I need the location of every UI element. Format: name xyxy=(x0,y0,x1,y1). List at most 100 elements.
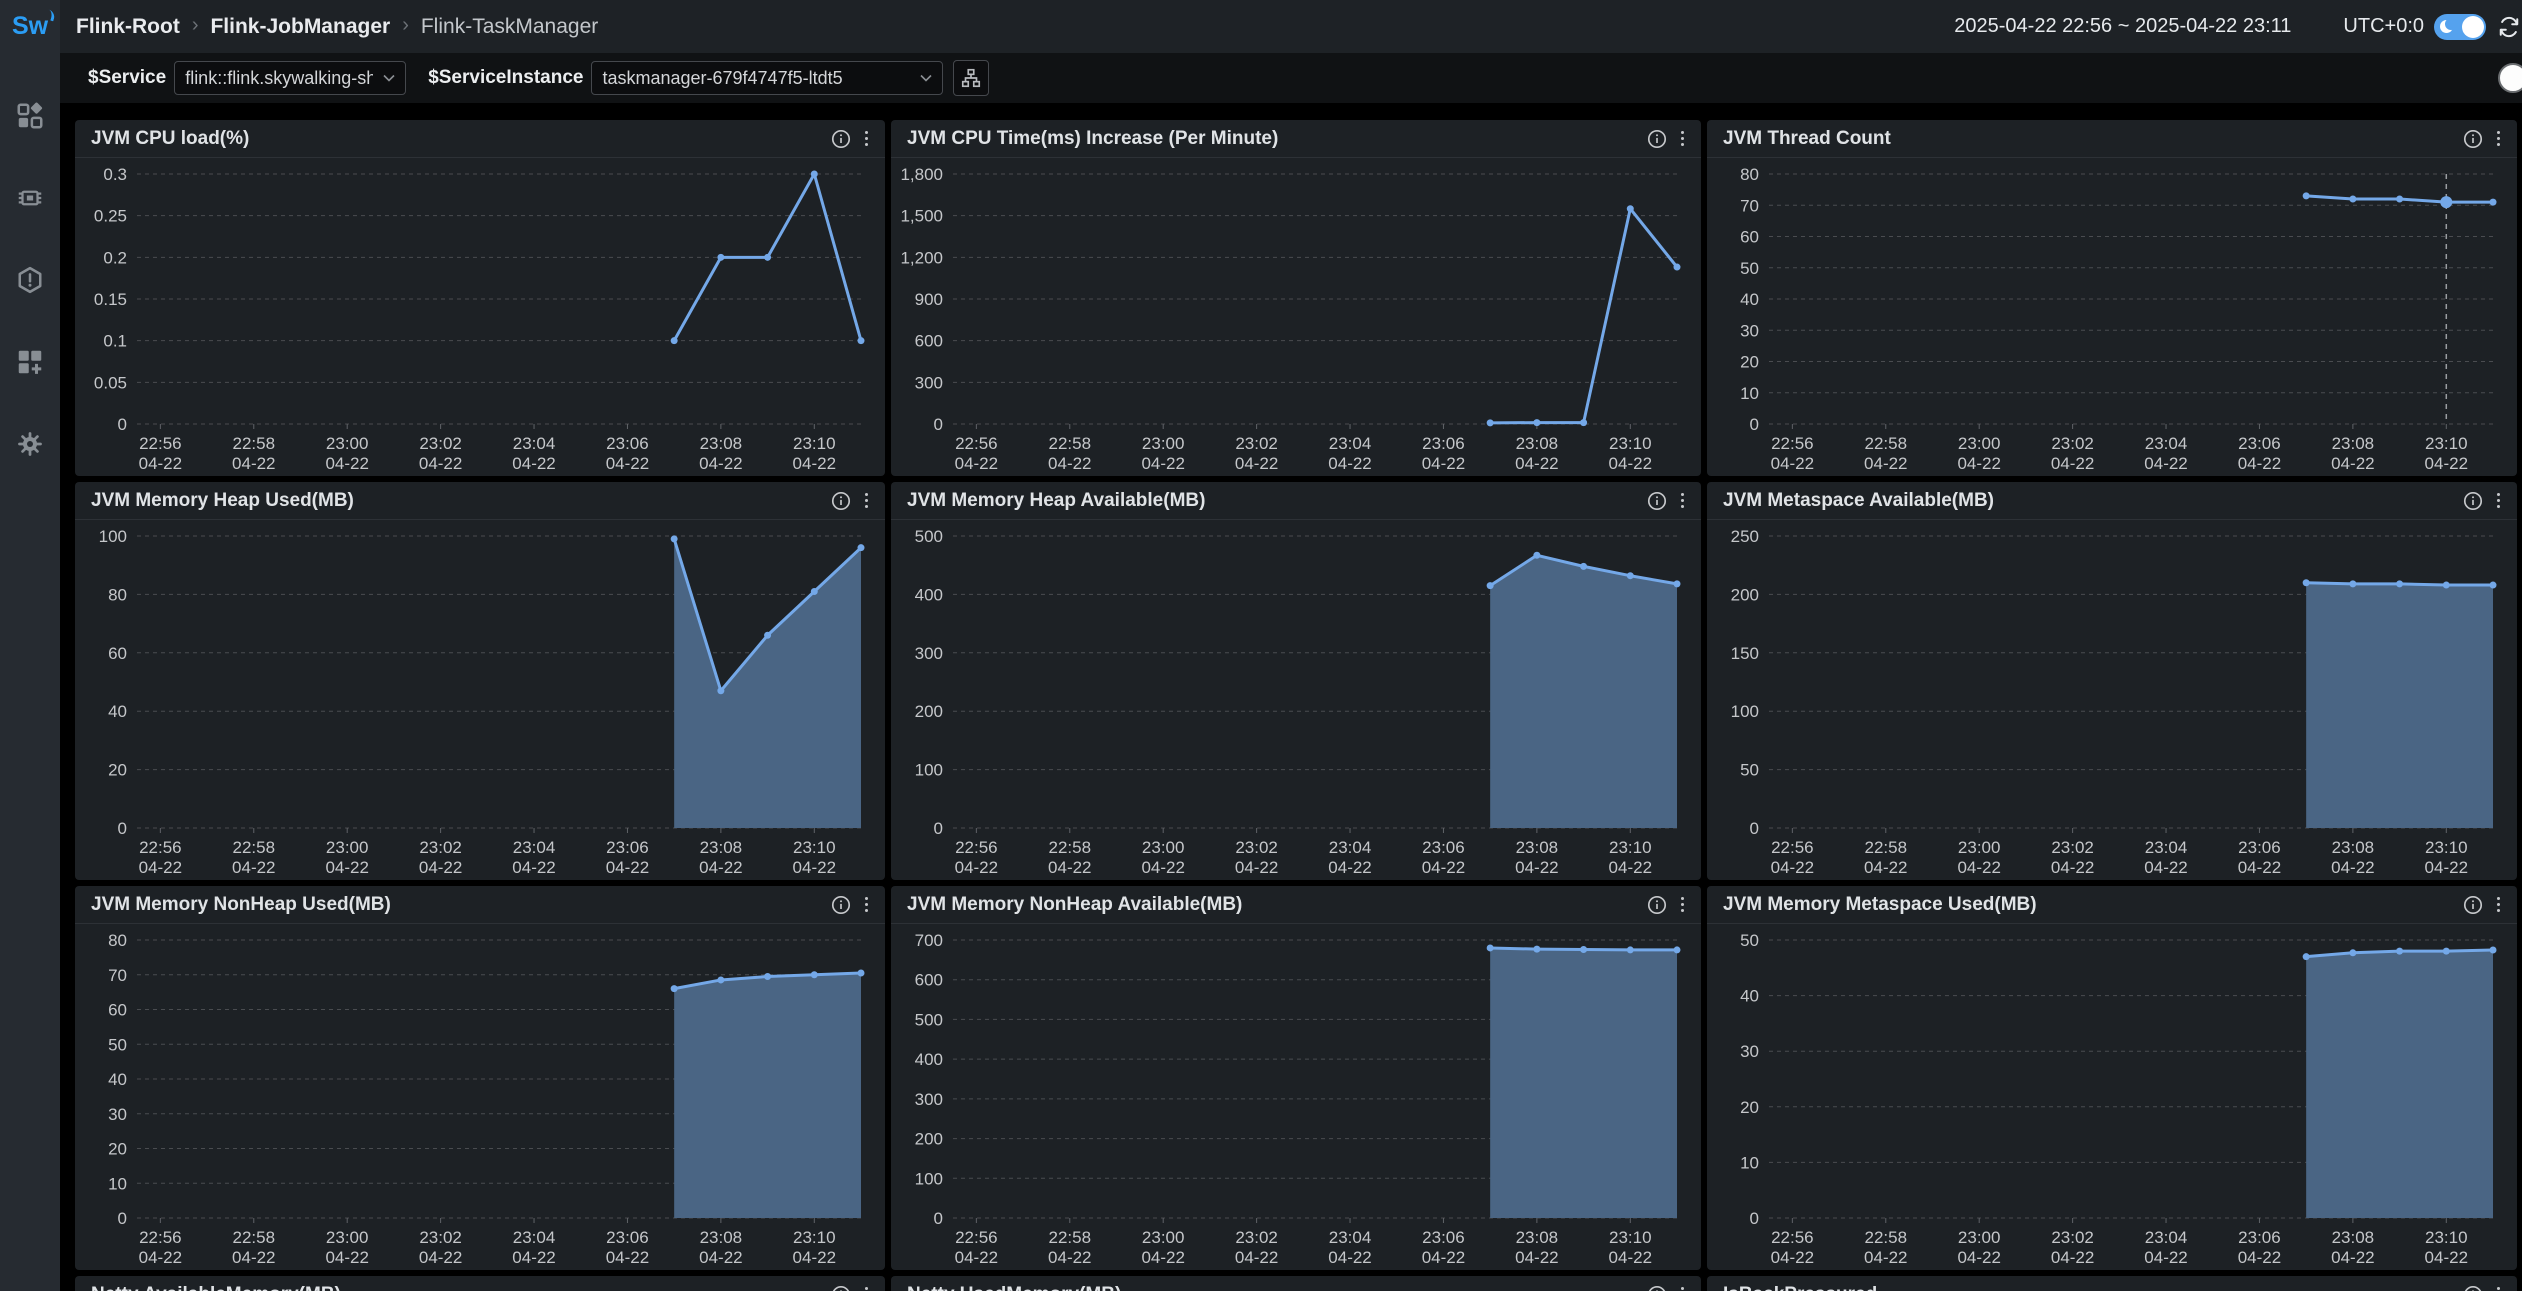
info-icon[interactable] xyxy=(831,491,851,511)
chart-nonheap-used[interactable]: 0102030405060708022:5604-2222:5804-2223:… xyxy=(75,924,885,1270)
panel-menu-icon[interactable] xyxy=(859,491,873,511)
info-icon[interactable] xyxy=(1647,1285,1667,1291)
info-icon[interactable] xyxy=(2463,1285,2483,1291)
svg-text:23:00: 23:00 xyxy=(326,434,369,453)
svg-text:04-22: 04-22 xyxy=(793,454,836,473)
topology-chip-icon[interactable] xyxy=(15,183,45,213)
svg-text:200: 200 xyxy=(1731,585,1759,604)
info-icon[interactable] xyxy=(831,895,851,915)
svg-text:23:02: 23:02 xyxy=(1235,1228,1278,1247)
panel-metaspace-available: JVM Metaspace Available(MB) 050100150200… xyxy=(1707,482,2517,880)
svg-text:23:06: 23:06 xyxy=(606,1228,649,1247)
breadcrumb-item-jobmanager[interactable]: Flink-JobManager xyxy=(210,15,390,39)
svg-text:23:08: 23:08 xyxy=(1516,838,1559,857)
chart-nonheap-available[interactable]: 010020030040050060070022:5604-2222:5804-… xyxy=(891,924,1701,1270)
chart-heap-used[interactable]: 02040608010022:5604-2222:5804-2223:0004-… xyxy=(75,520,885,880)
svg-text:20: 20 xyxy=(108,761,127,780)
timezone-toggle[interactable] xyxy=(2434,14,2486,40)
svg-text:23:00: 23:00 xyxy=(1142,838,1185,857)
svg-text:150: 150 xyxy=(1731,644,1759,663)
info-icon[interactable] xyxy=(1647,491,1667,511)
svg-text:250: 250 xyxy=(1731,527,1759,546)
svg-text:22:58: 22:58 xyxy=(233,838,276,857)
svg-text:50: 50 xyxy=(108,1035,127,1054)
svg-text:04-22: 04-22 xyxy=(1235,858,1278,877)
settings-gear-icon[interactable] xyxy=(15,429,45,459)
svg-text:04-22: 04-22 xyxy=(1328,454,1371,473)
svg-text:40: 40 xyxy=(1740,290,1759,309)
panel-menu-icon[interactable] xyxy=(859,129,873,149)
top-bar: Sw Flink-Root › Flink-JobManager › Flink… xyxy=(0,0,2522,53)
panel-menu-icon[interactable] xyxy=(1675,129,1689,149)
svg-text:23:06: 23:06 xyxy=(606,434,649,453)
svg-text:04-22: 04-22 xyxy=(1515,1248,1558,1267)
chart-heap-available[interactable]: 010020030040050022:5604-2222:5804-2223:0… xyxy=(891,520,1701,880)
panel-menu-icon[interactable] xyxy=(2491,129,2505,149)
edit-toggle-knob[interactable] xyxy=(2498,63,2522,93)
new-dashboard-icon[interactable] xyxy=(15,347,45,377)
svg-text:04-22: 04-22 xyxy=(1141,454,1184,473)
toggle-knob xyxy=(2462,16,2484,38)
svg-text:04-22: 04-22 xyxy=(512,1248,555,1267)
info-icon[interactable] xyxy=(831,129,851,149)
svg-text:20: 20 xyxy=(108,1140,127,1159)
svg-text:23:08: 23:08 xyxy=(2332,434,2375,453)
panel-isbackpressured: IsBackPressured xyxy=(1707,1276,2517,1291)
panel-title: JVM Memory Heap Available(MB) xyxy=(907,490,1647,512)
chart-metaspace-used[interactable]: 0102030405022:5604-2222:5804-2223:0004-2… xyxy=(1707,924,2517,1270)
info-icon[interactable] xyxy=(2463,491,2483,511)
service-instance-select[interactable]: taskmanager-679f4747f5-ltdt5 xyxy=(591,61,943,95)
panel-menu-icon[interactable] xyxy=(1675,491,1689,511)
logo-block: Sw xyxy=(0,0,60,53)
info-icon[interactable] xyxy=(2463,129,2483,149)
svg-text:23:00: 23:00 xyxy=(326,838,369,857)
panel-menu-icon[interactable] xyxy=(1675,1285,1689,1291)
refresh-icon[interactable] xyxy=(2498,16,2520,38)
svg-text:04-22: 04-22 xyxy=(1864,1248,1907,1267)
svg-text:50: 50 xyxy=(1740,761,1759,780)
info-icon[interactable] xyxy=(1647,129,1667,149)
svg-text:04-22: 04-22 xyxy=(1515,454,1558,473)
svg-text:200: 200 xyxy=(915,702,943,721)
svg-text:23:02: 23:02 xyxy=(419,1228,462,1247)
svg-text:23:08: 23:08 xyxy=(700,434,743,453)
panel-title: JVM Thread Count xyxy=(1723,128,2463,150)
panel-menu-icon[interactable] xyxy=(2491,1285,2505,1291)
svg-text:04-22: 04-22 xyxy=(2144,454,2187,473)
breadcrumb-item-root[interactable]: Flink-Root xyxy=(76,15,180,39)
svg-text:80: 80 xyxy=(108,585,127,604)
panel-jvm-cpu-load: JVM CPU load(%) 00.050.10.150.20.250.322… xyxy=(75,120,885,476)
panel-menu-icon[interactable] xyxy=(2491,491,2505,511)
svg-text:04-22: 04-22 xyxy=(1957,1248,2000,1267)
chart-jvm-cpu-time[interactable]: 03006009001,2001,5001,80022:5604-2222:58… xyxy=(891,158,1701,476)
svg-text:04-22: 04-22 xyxy=(1422,1248,1465,1267)
svg-text:80: 80 xyxy=(108,931,127,950)
info-icon[interactable] xyxy=(1647,895,1667,915)
skywalking-logo[interactable]: Sw xyxy=(12,12,48,41)
info-icon[interactable] xyxy=(831,1285,851,1291)
svg-text:1,200: 1,200 xyxy=(900,248,943,267)
svg-text:0: 0 xyxy=(118,1209,127,1228)
svg-text:0: 0 xyxy=(1750,1209,1759,1228)
topology-button[interactable] xyxy=(953,60,989,96)
panel-menu-icon[interactable] xyxy=(2491,895,2505,915)
svg-text:04-22: 04-22 xyxy=(1609,454,1652,473)
panel-menu-icon[interactable] xyxy=(859,1285,873,1291)
svg-text:04-22: 04-22 xyxy=(1771,1248,1814,1267)
time-range-picker[interactable]: 2025-04-22 22:56 ~ 2025-04-22 23:11 xyxy=(1954,15,2291,38)
dashboards-icon[interactable] xyxy=(15,101,45,131)
service-select[interactable]: flink::flink.skywalking-showc... xyxy=(174,61,406,95)
alerting-icon[interactable] xyxy=(15,265,45,295)
chart-jvm-cpu-load[interactable]: 00.050.10.150.20.250.322:5604-2222:5804-… xyxy=(75,158,885,476)
svg-text:04-22: 04-22 xyxy=(955,1248,998,1267)
chart-jvm-thread-count[interactable]: 0102030405060708022:5604-2222:5804-2223:… xyxy=(1707,158,2517,476)
svg-text:04-22: 04-22 xyxy=(1235,454,1278,473)
svg-text:04-22: 04-22 xyxy=(699,858,742,877)
svg-text:40: 40 xyxy=(1740,987,1759,1006)
panel-menu-icon[interactable] xyxy=(859,895,873,915)
info-icon[interactable] xyxy=(2463,895,2483,915)
svg-text:22:58: 22:58 xyxy=(1865,838,1908,857)
chart-metaspace-available[interactable]: 05010015020025022:5604-2222:5804-2223:00… xyxy=(1707,520,2517,880)
panel-menu-icon[interactable] xyxy=(1675,895,1689,915)
svg-text:23:06: 23:06 xyxy=(2238,1228,2281,1247)
